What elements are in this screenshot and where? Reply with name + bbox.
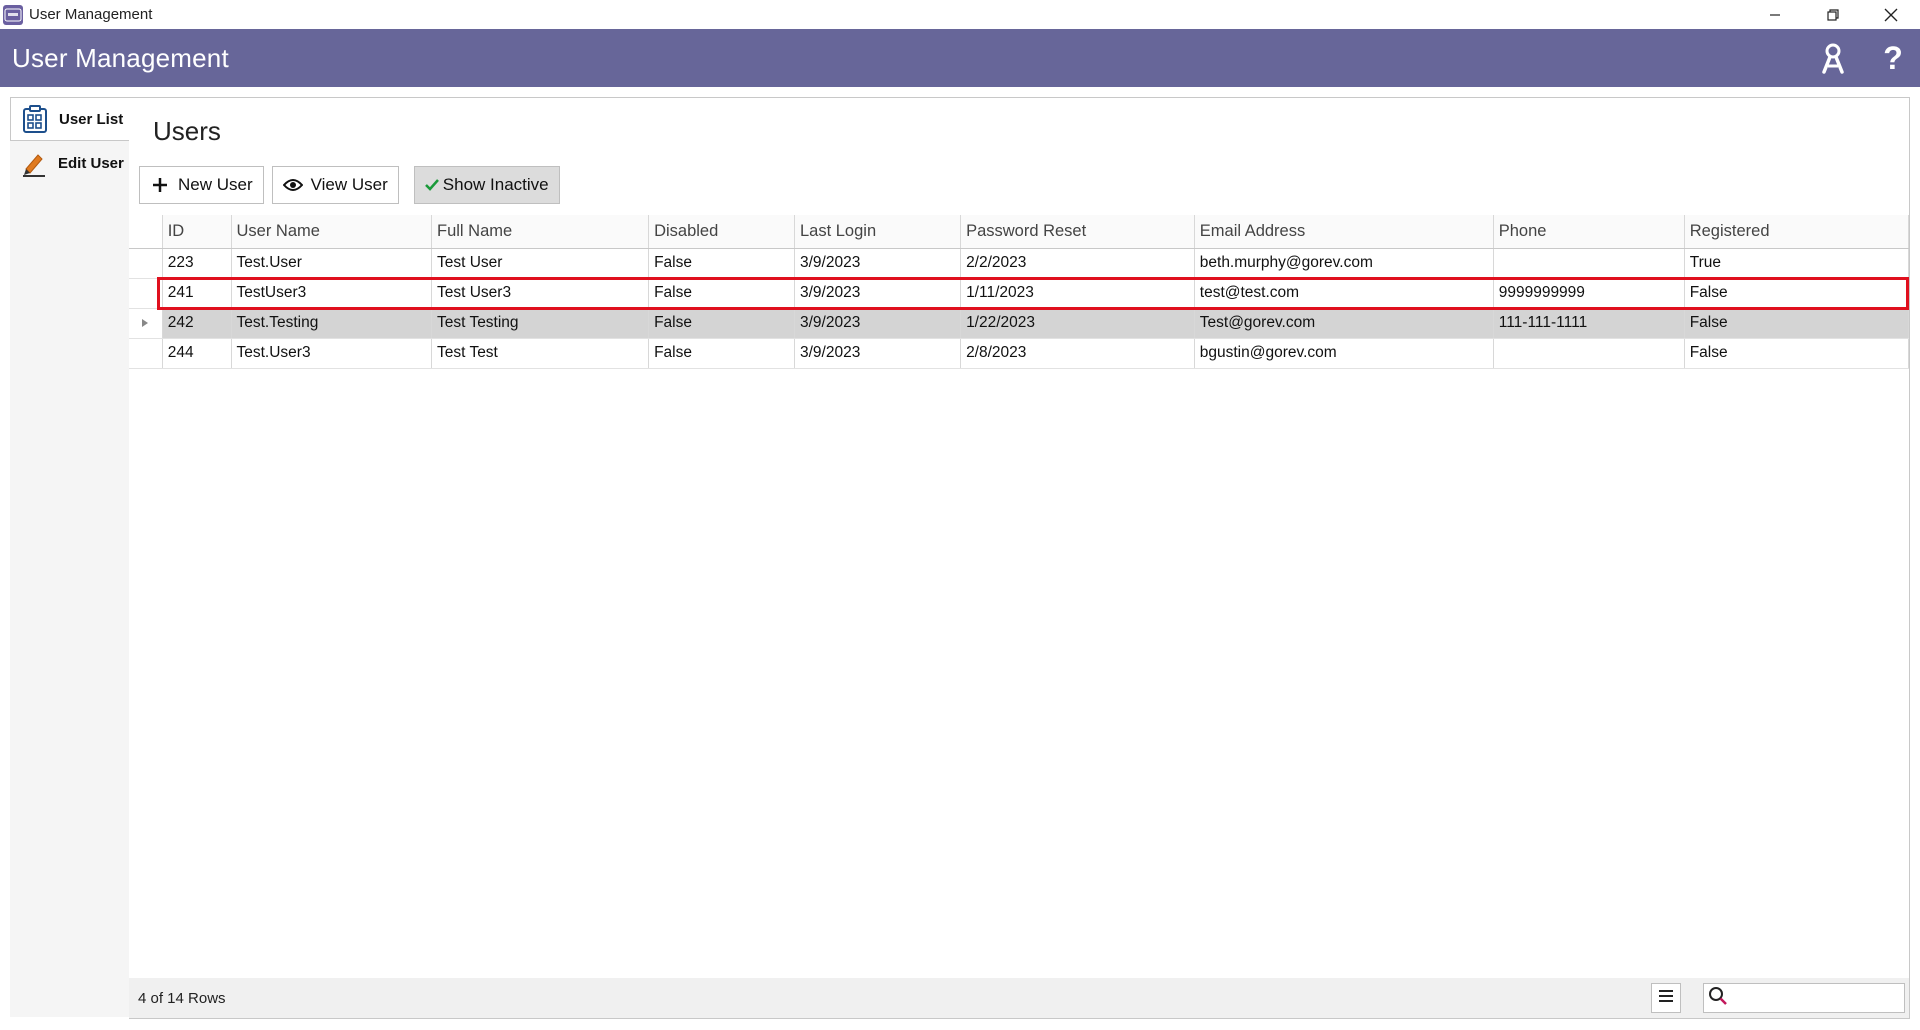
hamburger-icon xyxy=(1658,989,1674,1008)
app-title: User Management xyxy=(12,42,229,73)
grid-search-box[interactable] xyxy=(1703,983,1905,1013)
cell-last-login: 3/9/2023 xyxy=(794,308,962,339)
show-inactive-label: Show Inactive xyxy=(442,175,549,194)
row-indicator xyxy=(129,278,163,309)
column-header-last-login[interactable]: Last Login xyxy=(794,215,962,249)
view-user-button[interactable]: View User xyxy=(271,166,399,204)
users-grid: ID User Name Full Name Disabled Last Log… xyxy=(129,215,1910,369)
show-inactive-toggle[interactable]: Show Inactive xyxy=(413,166,560,204)
cell-email: beth.murphy@gorev.com xyxy=(1194,248,1494,279)
column-header-phone[interactable]: Phone xyxy=(1493,215,1685,249)
cell-phone: 111-111-1111 xyxy=(1493,308,1685,339)
cell-disabled: False xyxy=(648,308,795,339)
cell-last-login: 3/9/2023 xyxy=(794,248,962,279)
cell-id: 242 xyxy=(162,308,232,339)
row-indicator xyxy=(129,308,163,339)
cell-user-name: TestUser3 xyxy=(231,278,432,309)
cell-last-login: 3/9/2023 xyxy=(794,338,962,369)
window-titlebar: User Management xyxy=(0,0,1920,29)
row-indicator xyxy=(129,248,163,279)
table-row[interactable]: 241 TestUser3 Test User3 False 3/9/2023 … xyxy=(129,278,1910,309)
sidebar-item-edit-user[interactable]: Edit User xyxy=(10,141,129,185)
cell-disabled: False xyxy=(648,248,795,279)
view-user-label: View User xyxy=(310,175,388,194)
sidebar-item-user-list[interactable]: User List xyxy=(10,97,131,141)
cell-email: test@test.com xyxy=(1194,278,1494,309)
row-count: 4 of 14 Rows xyxy=(138,989,226,1007)
cell-full-name: Test Test xyxy=(431,338,650,369)
cell-password-reset: 2/2/2023 xyxy=(960,248,1195,279)
row-pointer-icon xyxy=(129,319,161,327)
cell-user-name: Test.Testing xyxy=(231,308,432,339)
search-input[interactable] xyxy=(1732,986,1902,1010)
cell-password-reset: 1/22/2023 xyxy=(960,308,1195,339)
cell-full-name: Test User xyxy=(431,248,650,279)
eye-icon xyxy=(282,175,303,195)
help-icon[interactable]: ? xyxy=(1878,39,1908,76)
help-glyph: ? xyxy=(1883,39,1903,76)
close-button[interactable] xyxy=(1862,0,1920,29)
column-header-password-reset[interactable]: Password Reset xyxy=(960,215,1195,249)
clipboard-grid-icon xyxy=(21,105,49,133)
cell-email: bgustin@gorev.com xyxy=(1194,338,1494,369)
cell-disabled: False xyxy=(648,338,795,369)
window-title: User Management xyxy=(29,6,153,23)
sidebar: User List Edit User xyxy=(10,97,131,1017)
cell-phone: 9999999999 xyxy=(1493,278,1685,309)
minimize-button[interactable] xyxy=(1746,0,1804,29)
search-icon xyxy=(1708,986,1728,1011)
table-row[interactable]: 244 Test.User3 Test Test False 3/9/2023 … xyxy=(129,338,1910,369)
column-header-disabled[interactable]: Disabled xyxy=(648,215,795,249)
column-menu-button[interactable] xyxy=(1651,983,1681,1013)
checkmark-icon xyxy=(424,175,439,195)
column-header-registered[interactable]: Registered xyxy=(1684,215,1910,249)
plus-icon xyxy=(150,175,170,195)
sidebar-item-label: Edit User xyxy=(58,154,124,172)
new-user-button[interactable]: New User xyxy=(139,166,264,204)
app-icon xyxy=(3,4,23,25)
page-title: Users xyxy=(153,116,221,146)
cell-phone xyxy=(1493,248,1685,279)
column-header-user-name[interactable]: User Name xyxy=(231,215,432,249)
cell-registered: False xyxy=(1684,278,1910,309)
column-header-id[interactable]: ID xyxy=(162,215,232,249)
row-indicator xyxy=(129,338,163,369)
cell-full-name: Test Testing xyxy=(431,308,650,339)
table-row[interactable]: 223 Test.User Test User False 3/9/2023 2… xyxy=(129,248,1910,279)
app-header: User Management ? xyxy=(0,29,1920,87)
cell-registered: False xyxy=(1684,308,1910,339)
cell-email: Test@gorev.com xyxy=(1194,308,1494,339)
cell-password-reset: 2/8/2023 xyxy=(960,338,1195,369)
cell-user-name: Test.User xyxy=(231,248,432,279)
main-panel: Users New User View User Show Inactive I… xyxy=(129,97,1910,1019)
grid-header-row: ID User Name Full Name Disabled Last Log… xyxy=(129,215,1910,249)
cell-disabled: False xyxy=(648,278,795,309)
cell-id: 244 xyxy=(162,338,232,369)
cell-full-name: Test User3 xyxy=(431,278,650,309)
cell-password-reset: 1/11/2023 xyxy=(960,278,1195,309)
cell-last-login: 3/9/2023 xyxy=(794,278,962,309)
sidebar-item-label: User List xyxy=(59,110,124,128)
pencil-icon xyxy=(20,149,48,177)
cell-phone xyxy=(1493,338,1685,369)
cell-id: 223 xyxy=(162,248,232,279)
column-header-email-address[interactable]: Email Address xyxy=(1194,215,1494,249)
users-key-icon[interactable] xyxy=(1818,41,1848,75)
cell-registered: True xyxy=(1684,248,1910,279)
new-user-label: New User xyxy=(178,175,253,194)
table-row-selected[interactable]: 242 Test.Testing Test Testing False 3/9/… xyxy=(129,308,1910,339)
toolbar: New User View User Show Inactive xyxy=(139,166,560,204)
cell-id: 241 xyxy=(162,278,232,309)
grid-footer: 4 of 14 Rows xyxy=(129,978,1909,1018)
restore-button[interactable] xyxy=(1804,0,1862,29)
column-header-full-name[interactable]: Full Name xyxy=(431,215,650,249)
row-header-corner xyxy=(129,215,163,249)
cell-user-name: Test.User3 xyxy=(231,338,432,369)
cell-registered: False xyxy=(1684,338,1910,369)
